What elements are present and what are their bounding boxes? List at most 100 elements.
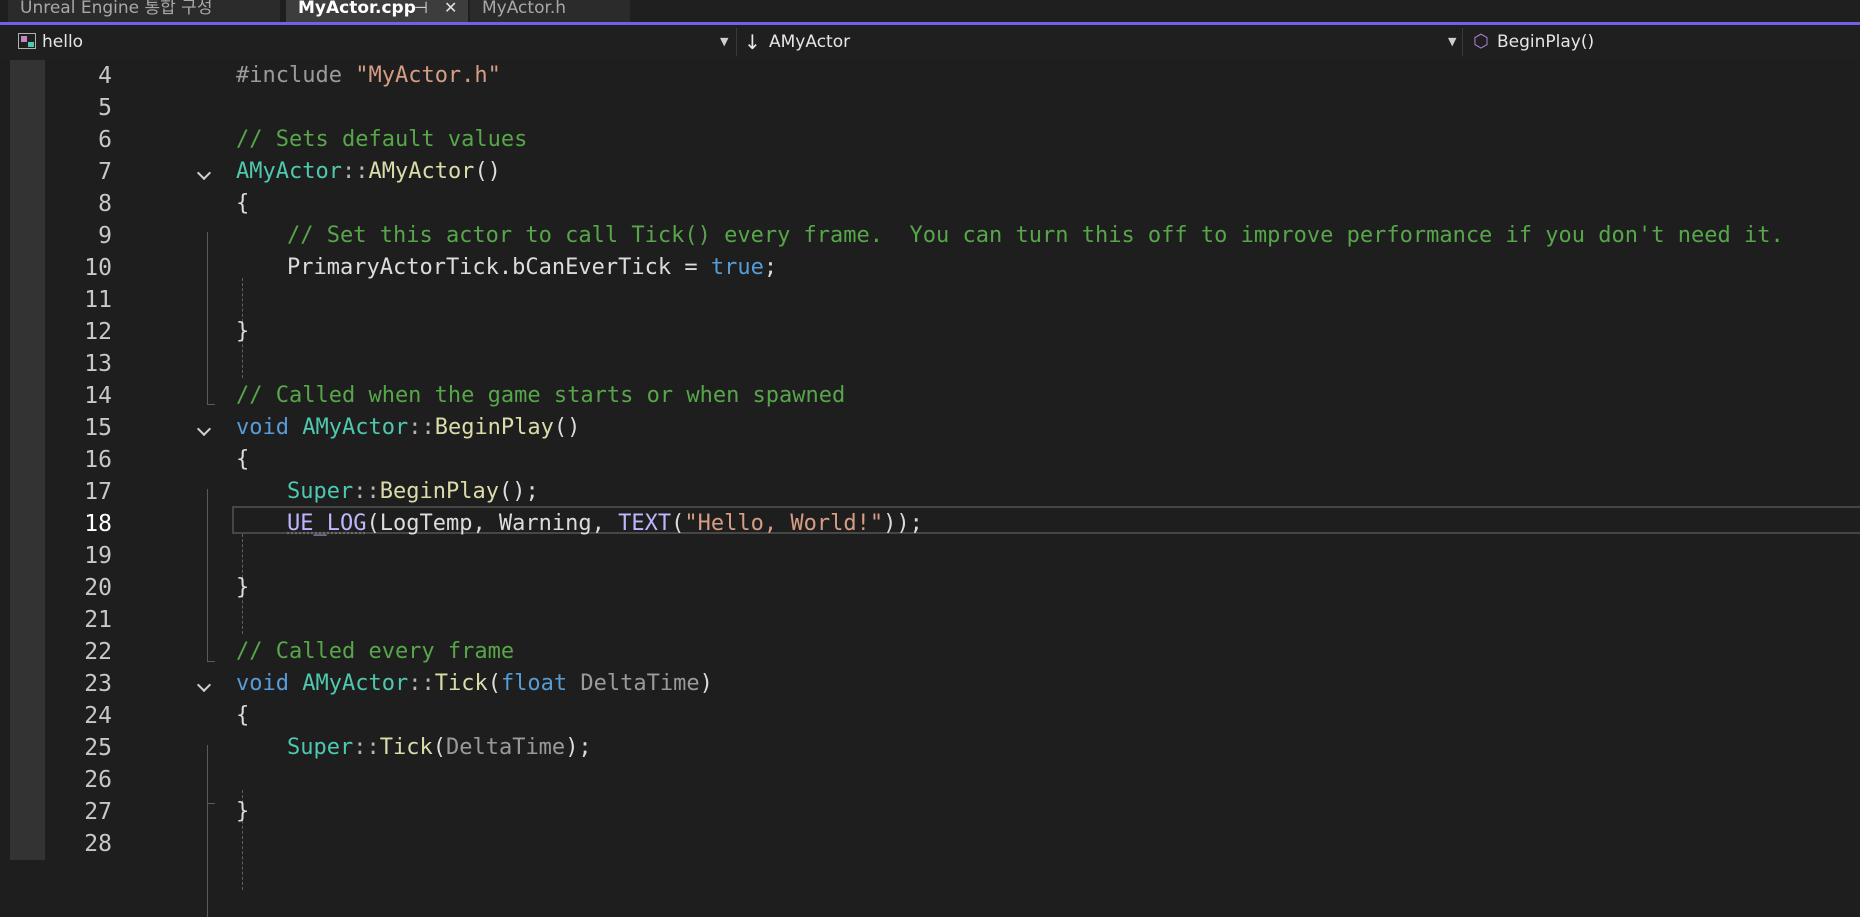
tab-myactor-cpp[interactable]: MyActor.cpp ⊣ ✕ [286,0,468,22]
include-file: "MyActor.h" [355,63,501,88]
scope-operator: :: [408,415,435,440]
code-line: 20 } [0,572,1860,604]
line-number: 4 [98,63,112,89]
line-number: 18 [84,511,112,537]
function-name: AMyActor [368,159,475,184]
string-literal: "Hello, World!" [684,511,884,536]
code-line: 13 [0,348,1860,380]
keyword: float [500,671,581,696]
parameter: DeltaTime [445,735,566,760]
arrow-down-icon: ↓ [744,30,761,54]
tab-label: MyActor.h [482,0,567,18]
line-number: 8 [98,191,112,217]
code-text[interactable]: PrimaryActorTick.bCanEverTick = true; [287,252,777,284]
member-label: BeginPlay() [1497,32,1595,52]
macro: TEXT [618,511,672,536]
code-comment[interactable]: // Called when the game starts or when s… [236,380,845,412]
assignment: PrimaryActorTick.bCanEverTick = [287,255,711,280]
preprocessor-directive: #include [236,63,356,88]
tab-myactor-h[interactable]: MyActor.h [470,0,630,22]
code-text[interactable]: void AMyActor::Tick(float DeltaTime) [236,668,713,700]
semicolon: ; [763,255,778,280]
code-line: 14 // Called when the game starts or whe… [0,380,1860,412]
code-comment[interactable]: // Called every frame [236,636,514,668]
code-line: 17 Super::BeginPlay(); [0,476,1860,508]
line-number: 28 [84,831,112,857]
class-name: Super [287,735,354,760]
code-text[interactable]: UE_LOG(LogTemp, Warning, TEXT("Hello, Wo… [287,508,923,540]
code-comment[interactable]: // Set this actor to call Tick() every f… [287,220,1784,252]
macro: UE_LOG [287,511,367,536]
code-line: 4 #include "MyActor.h" [0,60,1860,92]
line-number: 22 [84,639,112,665]
close-icon[interactable]: ✕ [444,0,457,16]
line-number: 24 [84,703,112,729]
brace-open[interactable]: { [236,188,249,220]
parameter: DeltaTime [580,671,700,696]
code-text[interactable]: void AMyActor::BeginPlay() [236,412,580,444]
code-text[interactable]: #include "MyActor.h" [236,60,501,92]
brace-open[interactable]: { [236,700,249,732]
line-number: 13 [84,351,112,377]
code-line: 12 } [0,316,1860,348]
call-end: (); [498,479,539,504]
line-number: 21 [84,607,112,633]
fold-chevron-icon[interactable] [196,421,212,437]
tab-label: Unreal Engine 통합 구성 [20,0,213,18]
code-text[interactable]: Super::Tick(DeltaTime); [287,732,592,764]
chevron-down-icon: ▼ [720,35,729,48]
class-name: AMyActor [302,415,409,440]
code-line: 11 [0,284,1860,316]
project-dropdown[interactable]: hello ▼ [10,28,737,56]
scope-operator: :: [408,671,435,696]
scope-dropdown[interactable]: ↓ AMyActor ▼ [740,28,1463,56]
keyword: void [236,415,303,440]
fold-chevron-icon[interactable] [196,165,212,181]
line-number: 25 [84,735,112,761]
scope-operator: :: [353,735,380,760]
class-name: AMyActor [236,159,342,184]
class-name: Super [287,479,354,504]
navigation-bar: hello ▼ ↓ AMyActor ▼ ⬡ BeginPlay() [0,25,1860,60]
keyword: void [236,671,303,696]
function-name: Tick [379,735,433,760]
code-comment[interactable]: // Sets default values [236,124,527,156]
pin-icon[interactable]: ⊣ [414,0,428,16]
paren: ( [671,511,685,536]
member-dropdown[interactable]: ⬡ BeginPlay() [1470,28,1860,56]
paren: ( [487,671,501,696]
code-line: 23 void AMyActor::Tick(float DeltaTime) [0,668,1860,700]
line-number: 6 [98,127,112,153]
tab-unreal-engine-config[interactable]: Unreal Engine 통합 구성 [8,0,280,22]
project-icon [18,33,36,49]
brace-close[interactable]: } [236,316,249,348]
code-editor[interactable]: 4 #include "MyActor.h" 5 6 // Sets defau… [0,60,1860,917]
function-name: BeginPlay [434,415,554,440]
brace-close[interactable]: } [236,796,249,828]
fold-chevron-icon[interactable] [196,677,212,693]
line-number: 10 [84,255,112,281]
code-line: 6 // Sets default values [0,124,1860,156]
code-line: 10 PrimaryActorTick.bCanEverTick = true; [0,252,1860,284]
line-number: 11 [84,287,112,313]
code-line: 8 { [0,188,1860,220]
function-name: BeginPlay [379,479,499,504]
project-label: hello [42,32,84,52]
code-line: 22 // Called every frame [0,636,1860,668]
tab-label: MyActor.cpp [298,0,416,18]
code-line: 25 Super::Tick(DeltaTime); [0,732,1860,764]
code-line: 21 [0,604,1860,636]
code-line: 24 { [0,700,1860,732]
code-line: 5 [0,92,1860,124]
code-text[interactable]: AMyActor::AMyActor() [236,156,501,188]
brace-close[interactable]: } [236,572,249,604]
cube-icon: ⬡ [1473,31,1489,52]
parens: () [553,415,581,440]
code-text[interactable]: Super::BeginPlay(); [287,476,539,508]
brace-open[interactable]: { [236,444,249,476]
scope-label: AMyActor [769,32,851,52]
scope-operator: :: [341,159,369,184]
document-tab-bar: Unreal Engine 통합 구성 MyActor.cpp ⊣ ✕ MyAc… [0,0,1860,25]
code-line: 28 [0,828,1860,860]
call-end: )); [883,511,923,536]
